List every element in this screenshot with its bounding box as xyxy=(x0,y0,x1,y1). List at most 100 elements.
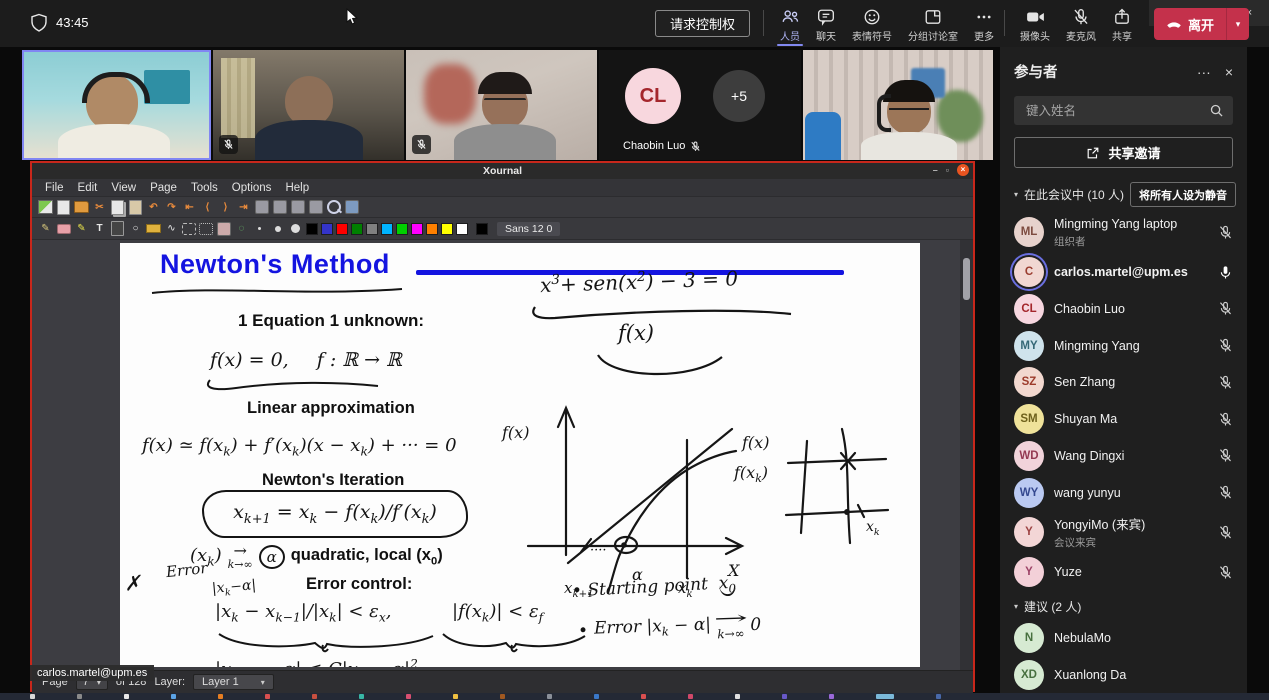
taskbar-icon[interactable] xyxy=(500,694,505,699)
video-tile-speaker[interactable] xyxy=(22,50,211,160)
undo-icon[interactable]: ↶ xyxy=(146,200,161,215)
image-tool-icon[interactable] xyxy=(110,221,125,236)
color-custom[interactable] xyxy=(476,223,488,235)
share-button[interactable]: 共享 xyxy=(1104,3,1140,47)
color-magenta[interactable] xyxy=(411,223,423,235)
mic-muted-icon[interactable] xyxy=(1218,485,1233,500)
last-page-icon[interactable]: ⇥ xyxy=(236,200,251,215)
taskbar-icon[interactable] xyxy=(359,694,364,699)
zoom-100-icon[interactable] xyxy=(272,200,287,215)
cut-icon[interactable]: ✂ xyxy=(92,200,107,215)
participant-row[interactable]: MY Mingming Yang xyxy=(1000,327,1247,364)
mute-all-button[interactable]: 将所有人设为静音 xyxy=(1130,182,1236,207)
new-document-icon[interactable] xyxy=(56,200,71,215)
color-blue[interactable] xyxy=(321,223,333,235)
eraser-tool-icon[interactable] xyxy=(56,221,71,236)
participant-row[interactable]: Y YongyiMo (来宾) 会议来宾 xyxy=(1000,511,1247,554)
participant-row[interactable]: Y Yuze xyxy=(1000,554,1247,591)
first-page-icon[interactable]: ⇤ xyxy=(182,200,197,215)
panel-more-icon[interactable]: ··· xyxy=(1197,64,1211,80)
microphone-button[interactable]: 麦克风 xyxy=(1058,3,1104,47)
search-input[interactable] xyxy=(1024,103,1210,119)
video-tile-3[interactable] xyxy=(406,50,597,160)
text-tool-icon[interactable]: T xyxy=(92,221,107,236)
participant-row[interactable]: WD Wang Dingxi xyxy=(1000,438,1247,475)
menu-tools[interactable]: Tools xyxy=(184,182,225,194)
taskbar-icon[interactable] xyxy=(124,694,129,699)
menu-view[interactable]: View xyxy=(104,182,143,194)
font-button[interactable]: Sans 12 0 xyxy=(497,222,560,236)
collapse-caret-icon[interactable]: ▾ xyxy=(1014,602,1018,611)
camera-button[interactable]: 摄像头 xyxy=(1012,3,1058,47)
participant-row[interactable]: ML Mingming Yang laptop 组织者 xyxy=(1000,211,1247,254)
participant-row[interactable]: SM Shuyan Ma xyxy=(1000,401,1247,438)
shape-recognizer-icon[interactable]: ○ xyxy=(128,221,143,236)
taskbar-icon[interactable] xyxy=(171,694,176,699)
taskbar-icon[interactable] xyxy=(829,694,834,699)
color-black[interactable] xyxy=(306,223,318,235)
zoom-tool-icon[interactable] xyxy=(326,200,341,215)
suggestion-row[interactable]: N NebulaMo xyxy=(1000,619,1247,656)
taskbar-icon[interactable] xyxy=(312,694,317,699)
taskbar-icon[interactable] xyxy=(406,694,411,699)
xournal-canvas[interactable]: Newton's Method 1 Equation 1 unknown: f(… xyxy=(32,239,973,670)
taskbar-icon[interactable] xyxy=(30,694,35,699)
zoom-out-icon[interactable] xyxy=(254,200,269,215)
taskbar-icon[interactable] xyxy=(782,694,787,699)
color-lightblue[interactable] xyxy=(381,223,393,235)
menu-page[interactable]: Page xyxy=(143,182,184,194)
mic-muted-icon[interactable] xyxy=(1218,338,1233,353)
copy-icon[interactable] xyxy=(110,200,125,215)
taskbar-icon-active[interactable] xyxy=(876,694,894,699)
color-lightgreen[interactable] xyxy=(396,223,408,235)
lasso-select-icon[interactable]: ∿ xyxy=(164,221,179,236)
taskbar-icon[interactable] xyxy=(265,694,270,699)
xournal-titlebar[interactable]: Xournal – ▫ × xyxy=(32,163,973,179)
open-file-icon[interactable] xyxy=(74,200,89,215)
share-invite-button[interactable]: 共享邀请 xyxy=(1014,137,1233,168)
leave-button[interactable]: 离开 xyxy=(1154,8,1226,40)
pen-tool-icon[interactable]: ✎ xyxy=(38,221,53,236)
mic-muted-icon[interactable] xyxy=(1218,565,1233,580)
zoom-in-icon[interactable] xyxy=(290,200,305,215)
video-tile-2[interactable] xyxy=(213,50,404,160)
redo-icon[interactable]: ↷ xyxy=(164,200,179,215)
previous-page-icon[interactable]: ⟨ xyxy=(200,200,215,215)
recognizer-icon[interactable]: ◌ xyxy=(234,221,249,236)
participant-row[interactable]: SZ Sen Zhang xyxy=(1000,364,1247,401)
pen-fine-icon[interactable] xyxy=(252,221,267,236)
vertical-space-icon[interactable] xyxy=(199,223,213,235)
menu-edit[interactable]: Edit xyxy=(71,182,105,194)
color-orange[interactable] xyxy=(426,223,438,235)
notebook-icon[interactable] xyxy=(38,200,53,215)
mic-muted-icon[interactable] xyxy=(1218,412,1233,427)
participant-row[interactable]: WY wang yunyu xyxy=(1000,474,1247,511)
request-control-button[interactable]: 请求控制权 xyxy=(655,10,750,37)
participant-row[interactable]: CL Chaobin Luo xyxy=(1000,290,1247,327)
taskbar-icon[interactable] xyxy=(594,694,599,699)
menu-options[interactable]: Options xyxy=(225,182,279,194)
video-tile-4[interactable] xyxy=(803,50,993,160)
rect-select-icon[interactable] xyxy=(182,223,196,235)
taskbar-icon[interactable] xyxy=(936,694,941,699)
xournal-minimize-button[interactable]: – xyxy=(933,165,938,175)
leave-options-button[interactable]: ▾ xyxy=(1226,8,1249,40)
collapse-caret-icon[interactable]: ▾ xyxy=(1014,190,1018,199)
next-page-icon[interactable]: ⟩ xyxy=(218,200,233,215)
taskbar-icon[interactable] xyxy=(641,694,646,699)
nav-more-button[interactable]: 更多 xyxy=(966,3,1002,47)
layer-select[interactable]: Layer 1▾ xyxy=(193,674,274,690)
windows-taskbar[interactable] xyxy=(0,693,1269,700)
suggestion-row[interactable]: XD Xuanlong Da xyxy=(1000,656,1247,693)
color-yellow[interactable] xyxy=(441,223,453,235)
zoom-fit-icon[interactable] xyxy=(308,200,323,215)
mic-on-icon[interactable] xyxy=(1218,265,1233,280)
canvas-scrollbar[interactable] xyxy=(960,240,973,670)
xournal-close-button[interactable]: × xyxy=(957,164,969,176)
color-red[interactable] xyxy=(336,223,348,235)
scrollbar-thumb[interactable] xyxy=(963,258,970,300)
mic-muted-icon[interactable] xyxy=(1218,225,1233,240)
nav-chat-button[interactable]: 聊天 xyxy=(808,3,844,47)
hand-tool-icon[interactable] xyxy=(216,221,231,236)
taskbar-icon[interactable] xyxy=(547,694,552,699)
